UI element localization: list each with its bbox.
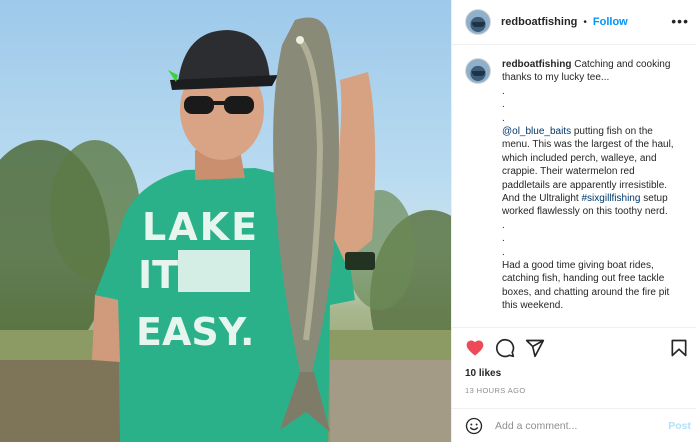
caption-dot: . (502, 112, 505, 124)
instagram-post: LAKE IT EASY. redboatfishing • Follow ••… (0, 0, 696, 442)
like-count[interactable]: 10 likes (465, 368, 501, 379)
smiley-icon[interactable] (465, 417, 483, 435)
author-username[interactable]: redboatfishing (501, 16, 577, 28)
mention-link[interactable]: @ol_blue_baits (502, 126, 571, 137)
shirt-text-easy: EASY. (136, 310, 254, 354)
comment-form: Post (452, 408, 696, 442)
caption-paragraph-1: @ol_blue_baits putting fish on the menu.… (502, 125, 682, 219)
comment-icon[interactable] (495, 338, 515, 358)
caption-dot: . (502, 99, 505, 111)
post-comment-button[interactable]: Post (668, 420, 691, 432)
caption-paragraph-2: Had a good time giving boat rides, catch… (502, 260, 670, 312)
follow-button[interactable]: Follow (593, 16, 628, 28)
header-separator: • (583, 16, 587, 28)
caption: redboatfishing Catching and cooking than… (452, 46, 696, 326)
fisherman-photo: LAKE IT EASY. (0, 17, 451, 442)
caption-text: redboatfishing Catching and cooking than… (502, 58, 682, 326)
paper-plane-icon[interactable] (525, 338, 545, 358)
post-timestamp[interactable]: 13 HOURS AGO (465, 386, 526, 395)
author-avatar[interactable] (465, 9, 491, 35)
caption-dot: . (502, 85, 505, 97)
caption-dot: . (502, 233, 505, 245)
action-bar (452, 327, 696, 367)
caption-dot: . (502, 246, 505, 258)
caption-avatar[interactable] (465, 58, 491, 84)
comment-input[interactable] (495, 419, 655, 432)
post-header: redboatfishing • Follow ••• (452, 0, 696, 45)
shirt-text-lake: LAKE (142, 205, 259, 249)
bookmark-icon[interactable] (669, 338, 689, 358)
shirt-text-it: IT (138, 253, 178, 297)
hashtag-link[interactable]: #sixgillfishing (582, 193, 641, 204)
post-side-panel: redboatfishing • Follow ••• redboatfishi… (451, 0, 696, 442)
heart-filled-icon[interactable] (465, 338, 485, 358)
more-options-icon[interactable]: ••• (671, 14, 689, 28)
caption-dot: . (502, 219, 505, 231)
post-photo[interactable]: LAKE IT EASY. (0, 0, 451, 442)
caption-username[interactable]: redboatfishing (502, 59, 571, 70)
